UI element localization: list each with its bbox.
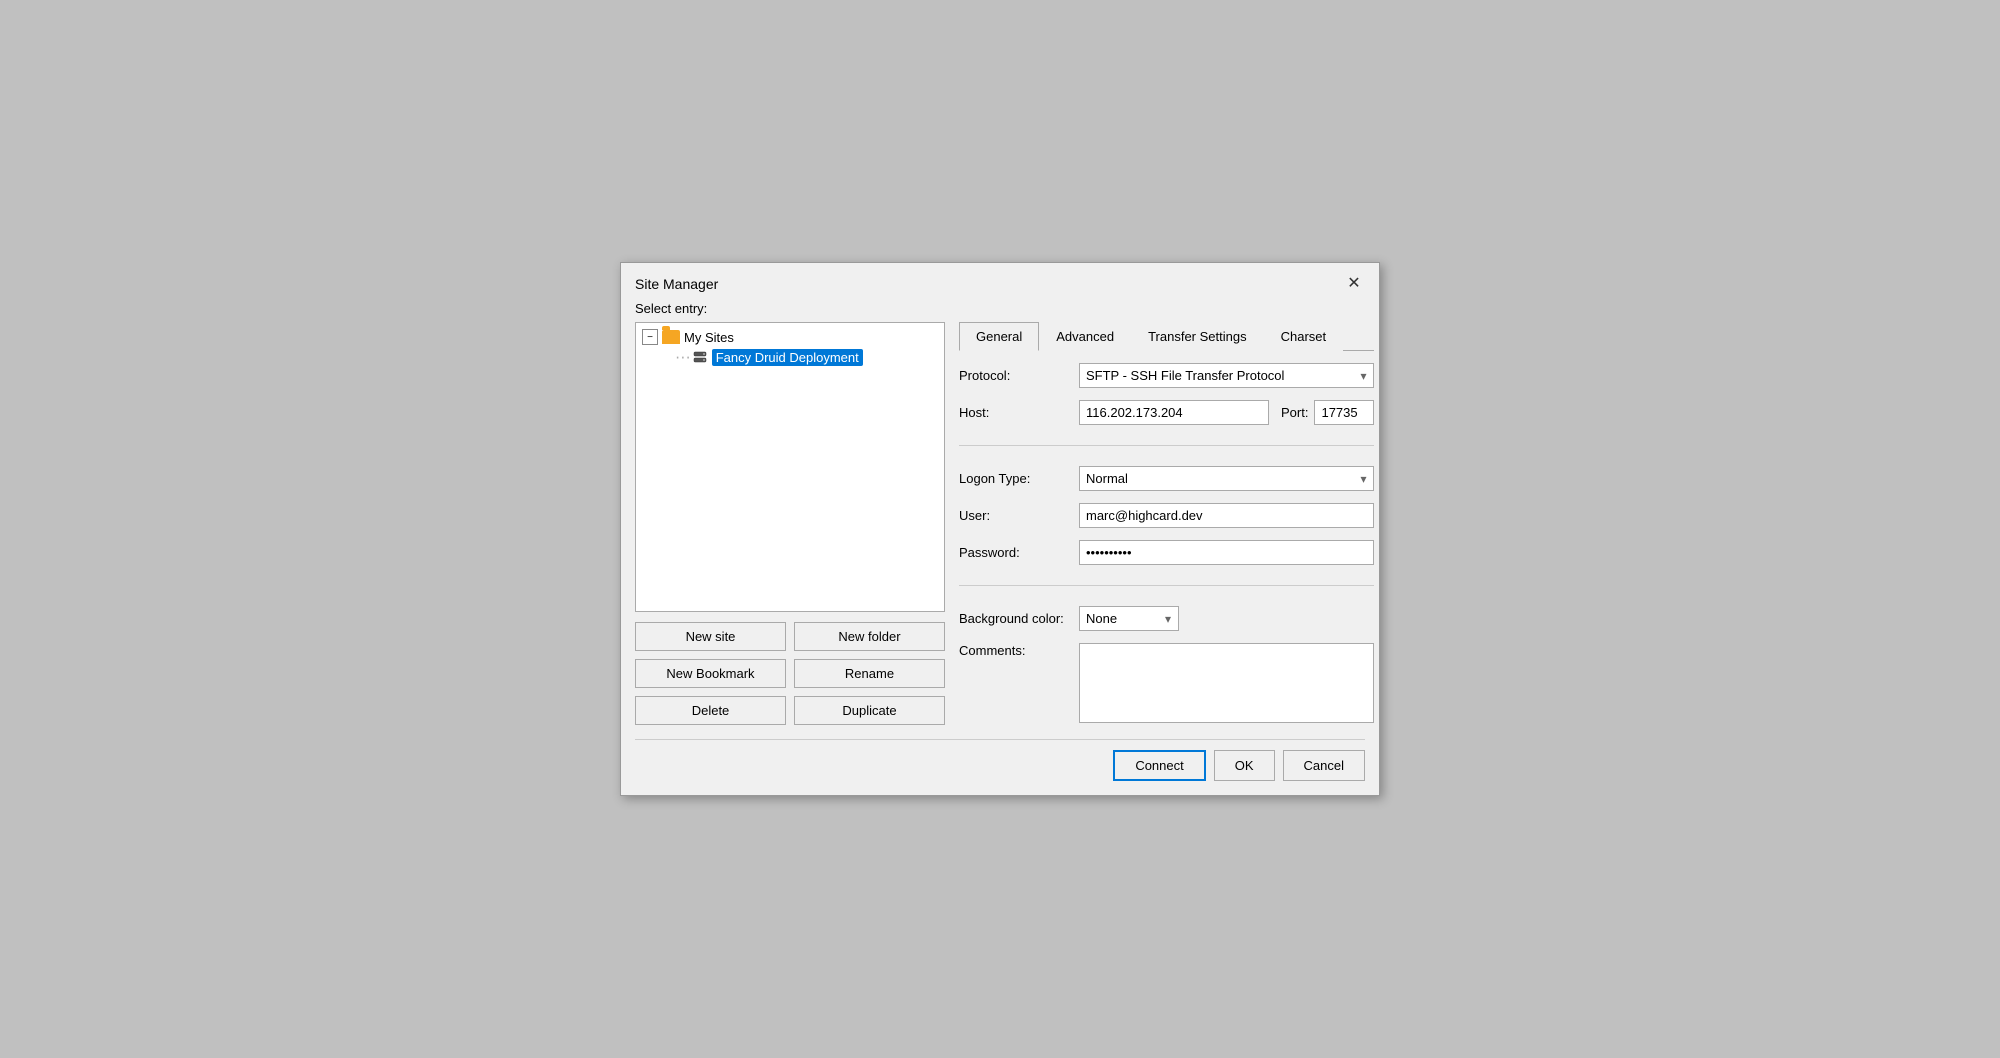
- server-icon: [692, 350, 708, 366]
- close-button[interactable]: ✕: [1343, 273, 1365, 295]
- bg-color-select-wrapper: None Red Green Blue Yellow Orange Cyan W…: [1079, 606, 1179, 631]
- rename-button[interactable]: Rename: [794, 659, 945, 688]
- host-input[interactable]: [1079, 400, 1269, 425]
- logon-type-row: Logon Type: Anonymous Normal Ask for pas…: [959, 466, 1374, 491]
- dialog-title: Site Manager: [635, 276, 718, 292]
- user-row: User:: [959, 503, 1374, 528]
- comments-row: Comments:: [959, 643, 1374, 723]
- protocol-row: Protocol: SFTP - SSH File Transfer Proto…: [959, 363, 1374, 388]
- right-panel: General Advanced Transfer Settings Chars…: [959, 322, 1374, 725]
- tree-child-row: ··· Fancy Druid Deployment: [640, 347, 940, 368]
- select-entry-label: Select entry:: [635, 301, 1365, 316]
- bg-color-select[interactable]: None Red Green Blue Yellow Orange Cyan W…: [1079, 606, 1179, 631]
- duplicate-button[interactable]: Duplicate: [794, 696, 945, 725]
- new-bookmark-button[interactable]: New Bookmark: [635, 659, 786, 688]
- site-manager-dialog: Site Manager ✕ Select entry: − My Sites …: [620, 262, 1380, 796]
- bg-color-row: Background color: None Red Green Blue Ye…: [959, 606, 1374, 631]
- title-bar: Site Manager ✕: [621, 263, 1379, 301]
- user-label: User:: [959, 508, 1079, 523]
- tree-root-label: My Sites: [684, 330, 734, 345]
- cancel-button[interactable]: Cancel: [1283, 750, 1365, 781]
- password-label: Password:: [959, 545, 1079, 560]
- bg-color-label: Background color:: [959, 611, 1079, 626]
- protocol-label: Protocol:: [959, 368, 1079, 383]
- tab-general[interactable]: General: [959, 322, 1039, 351]
- tree-child-label[interactable]: Fancy Druid Deployment: [712, 349, 863, 366]
- left-panel: − My Sites ···: [635, 322, 945, 725]
- tree-toggle[interactable]: −: [642, 329, 658, 345]
- logon-type-label: Logon Type:: [959, 471, 1079, 486]
- port-label: Port:: [1281, 405, 1308, 420]
- password-row: Password:: [959, 540, 1374, 565]
- folder-icon: [662, 330, 680, 344]
- host-label: Host:: [959, 405, 1079, 420]
- user-input[interactable]: [1079, 503, 1374, 528]
- site-tree: − My Sites ···: [635, 322, 945, 612]
- separator-1: [959, 445, 1374, 446]
- dialog-content: Select entry: − My Sites ···: [621, 301, 1379, 795]
- tree-root-item[interactable]: − My Sites: [640, 327, 940, 347]
- host-port-row: Host: Port:: [959, 400, 1374, 425]
- password-input[interactable]: [1079, 540, 1374, 565]
- tab-charset[interactable]: Charset: [1264, 322, 1344, 351]
- general-form: Protocol: SFTP - SSH File Transfer Proto…: [959, 363, 1374, 723]
- port-input[interactable]: [1314, 400, 1374, 425]
- comments-label: Comments:: [959, 643, 1079, 658]
- connect-button[interactable]: Connect: [1113, 750, 1205, 781]
- new-site-button[interactable]: New site: [635, 622, 786, 651]
- separator-2: [959, 585, 1374, 586]
- left-buttons: New site New folder New Bookmark Rename …: [635, 622, 945, 725]
- ok-button[interactable]: OK: [1214, 750, 1275, 781]
- bottom-buttons: Connect OK Cancel: [635, 739, 1365, 781]
- tab-advanced[interactable]: Advanced: [1039, 322, 1131, 351]
- comments-textarea[interactable]: [1079, 643, 1374, 723]
- main-area: − My Sites ···: [635, 322, 1365, 725]
- new-folder-button[interactable]: New folder: [794, 622, 945, 651]
- tab-transfer-settings[interactable]: Transfer Settings: [1131, 322, 1264, 351]
- logon-type-select-wrapper: Anonymous Normal Ask for password Intera…: [1079, 466, 1374, 491]
- logon-type-select[interactable]: Anonymous Normal Ask for password Intera…: [1079, 466, 1374, 491]
- tabs: General Advanced Transfer Settings Chars…: [959, 322, 1374, 351]
- delete-button[interactable]: Delete: [635, 696, 786, 725]
- protocol-select-wrapper: SFTP - SSH File Transfer Protocol FTP - …: [1079, 363, 1374, 388]
- tree-connector-line: ···: [674, 351, 690, 365]
- protocol-select[interactable]: SFTP - SSH File Transfer Protocol FTP - …: [1079, 363, 1374, 388]
